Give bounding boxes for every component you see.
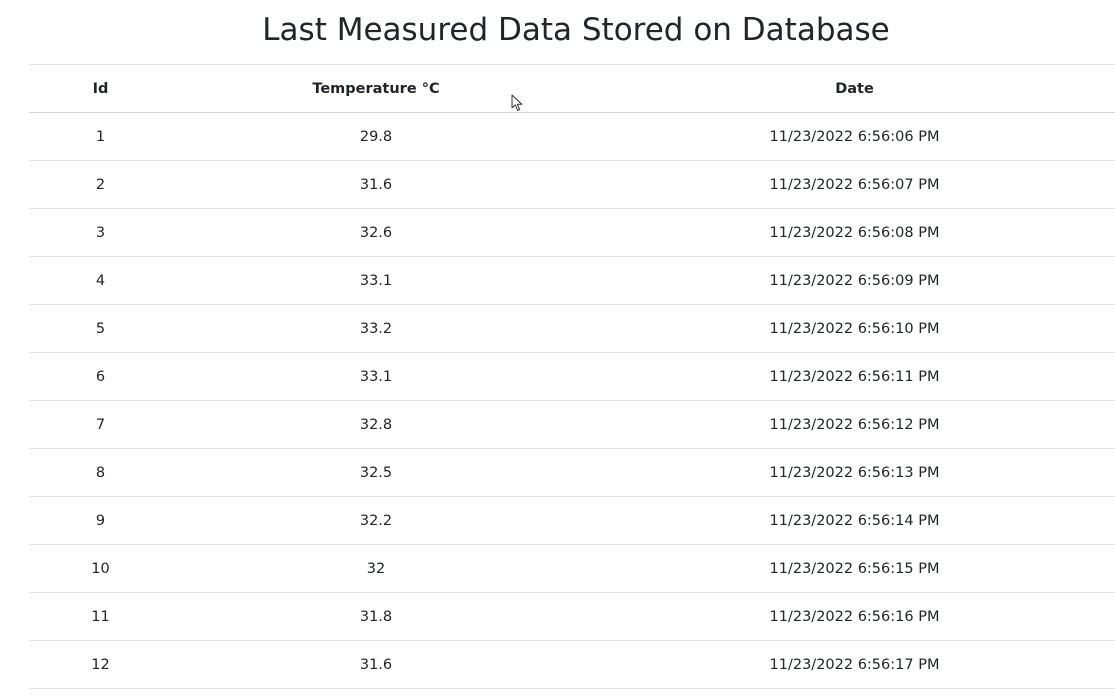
- measurements-table: Id Temperature °C Date 1 29.8 11/23/2022 6…: [29, 64, 1115, 689]
- cell-id: 3: [29, 208, 172, 257]
- cell-id: 4: [29, 256, 172, 305]
- table-row: 6 33.1 11/23/2022 6:56:11 PM: [29, 352, 1115, 401]
- cell-id: 8: [29, 448, 172, 497]
- cell-temperature: 31.6: [172, 640, 580, 689]
- mouse-pointer-icon: [511, 94, 523, 111]
- cell-temperature: 29.8: [172, 112, 580, 161]
- cell-date: 11/23/2022 6:56:14 PM: [580, 496, 1115, 545]
- cell-date: 11/23/2022 6:56:11 PM: [580, 352, 1115, 401]
- table-row: 10 32 11/23/2022 6:56:15 PM: [29, 544, 1115, 593]
- cell-date: 11/23/2022 6:56:16 PM: [580, 592, 1115, 641]
- table-row: 8 32.5 11/23/2022 6:56:13 PM: [29, 448, 1115, 497]
- table-header: Id Temperature °C Date: [29, 64, 1115, 113]
- cell-id: 1: [29, 112, 172, 161]
- cell-id: 12: [29, 640, 172, 689]
- table-row: 3 32.6 11/23/2022 6:56:08 PM: [29, 208, 1115, 257]
- cell-temperature: 31.6: [172, 160, 580, 209]
- cell-temperature: 32: [172, 544, 580, 593]
- table-body: 1 29.8 11/23/2022 6:56:06 PM 2 31.6 11/23/202…: [29, 112, 1115, 689]
- cell-temperature: 33.1: [172, 256, 580, 305]
- cell-date: 11/23/2022 6:56:06 PM: [580, 112, 1115, 161]
- cell-id: 2: [29, 160, 172, 209]
- table-row: 4 33.1 11/23/2022 6:56:09 PM: [29, 256, 1115, 305]
- column-header-date: Date: [580, 64, 1115, 113]
- cell-temperature: 33.1: [172, 352, 580, 401]
- cell-temperature: 32.8: [172, 400, 580, 449]
- cell-id: 5: [29, 304, 172, 353]
- cell-id: 6: [29, 352, 172, 401]
- table-row: 1 29.8 11/23/2022 6:56:06 PM: [29, 112, 1115, 161]
- cell-date: 11/23/2022 6:56:15 PM: [580, 544, 1115, 593]
- table-row: 5 33.2 11/23/2022 6:56:10 PM: [29, 304, 1115, 353]
- cell-id: 9: [29, 496, 172, 545]
- cell-id: 7: [29, 400, 172, 449]
- cell-date: 11/23/2022 6:56:17 PM: [580, 640, 1115, 689]
- cell-date: 11/23/2022 6:56:10 PM: [580, 304, 1115, 353]
- cell-temperature: 31.8: [172, 592, 580, 641]
- cell-temperature: 32.2: [172, 496, 580, 545]
- column-header-id: Id: [29, 64, 172, 113]
- cell-date: 11/23/2022 6:56:09 PM: [580, 256, 1115, 305]
- table-row: 7 32.8 11/23/2022 6:56:12 PM: [29, 400, 1115, 449]
- cell-temperature: 33.2: [172, 304, 580, 353]
- cell-date: 11/23/2022 6:56:12 PM: [580, 400, 1115, 449]
- page: Last Measured Data Stored on Database Id…: [0, 0, 1115, 698]
- table-header-row: Id Temperature °C Date: [29, 64, 1115, 113]
- cell-id: 11: [29, 592, 172, 641]
- cell-temperature: 32.6: [172, 208, 580, 257]
- table-row: 9 32.2 11/23/2022 6:56:14 PM: [29, 496, 1115, 545]
- cell-id: 10: [29, 544, 172, 593]
- cell-date: 11/23/2022 6:56:07 PM: [580, 160, 1115, 209]
- table-row: 12 31.6 11/23/2022 6:56:17 PM: [29, 640, 1115, 689]
- table-row: 2 31.6 11/23/2022 6:56:07 PM: [29, 160, 1115, 209]
- table-row: 11 31.8 11/23/2022 6:56:16 PM: [29, 592, 1115, 641]
- cell-temperature: 32.5: [172, 448, 580, 497]
- cell-date: 11/23/2022 6:56:08 PM: [580, 208, 1115, 257]
- page-title: Last Measured Data Stored on Database: [262, 12, 890, 48]
- cell-date: 11/23/2022 6:56:13 PM: [580, 448, 1115, 497]
